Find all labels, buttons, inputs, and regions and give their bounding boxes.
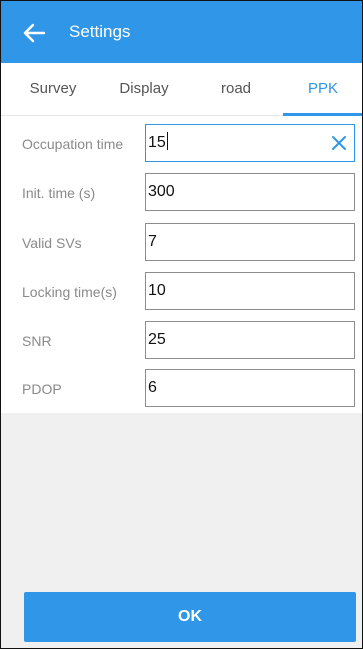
tab-display[interactable]: Display — [99, 63, 189, 115]
text-caret — [166, 132, 168, 150]
occupation-time-row: Occupation time 15 — [1, 122, 362, 166]
occupation-time-input[interactable]: 15 — [145, 124, 355, 162]
tab-ppk[interactable]: PPK — [278, 63, 362, 115]
occupation-time-label: Occupation time — [22, 136, 124, 152]
arrow-left-icon — [23, 23, 46, 43]
tab-road[interactable]: road — [191, 63, 281, 115]
valid-svs-input[interactable]: 7 — [145, 223, 355, 261]
close-icon — [332, 136, 346, 150]
init-time-label: Init. time (s) — [22, 185, 96, 201]
init-time-value: 300 — [148, 183, 175, 200]
valid-svs-value: 7 — [148, 233, 157, 250]
page-title: Settings — [69, 22, 131, 41]
init-time-row: Init. time (s) 300 — [1, 171, 362, 215]
pdop-label: PDOP — [22, 381, 62, 397]
pdop-input[interactable]: 6 — [145, 369, 355, 407]
locking-time-value: 10 — [148, 282, 166, 299]
ppk-settings-form: Occupation time 15 Init. time (s) 300 Va… — [1, 116, 362, 413]
ok-button[interactable]: OK — [24, 592, 356, 642]
pdop-value: 6 — [148, 379, 157, 396]
locking-time-label: Locking time(s) — [22, 284, 117, 300]
back-button[interactable] — [21, 19, 49, 47]
clear-input-button[interactable] — [330, 134, 348, 152]
snr-input[interactable]: 25 — [145, 321, 355, 359]
init-time-input[interactable]: 300 — [145, 173, 355, 211]
tab-bar: Survey Display road PPK — [1, 63, 362, 116]
tab-survey[interactable]: Survey — [8, 63, 98, 115]
settings-screen: Settings Survey Display road PPK Occupat… — [0, 0, 363, 649]
app-bar: Settings — [1, 1, 362, 63]
snr-value: 25 — [148, 331, 166, 348]
valid-svs-row: Valid SVs 7 — [1, 221, 362, 265]
valid-svs-label: Valid SVs — [22, 235, 82, 251]
locking-time-input[interactable]: 10 — [145, 272, 355, 310]
pdop-row: PDOP 6 — [1, 367, 362, 411]
locking-time-row: Locking time(s) 10 — [1, 270, 362, 314]
snr-label: SNR — [22, 333, 52, 349]
occupation-time-value: 15 — [148, 132, 168, 151]
snr-row: SNR 25 — [1, 319, 362, 363]
